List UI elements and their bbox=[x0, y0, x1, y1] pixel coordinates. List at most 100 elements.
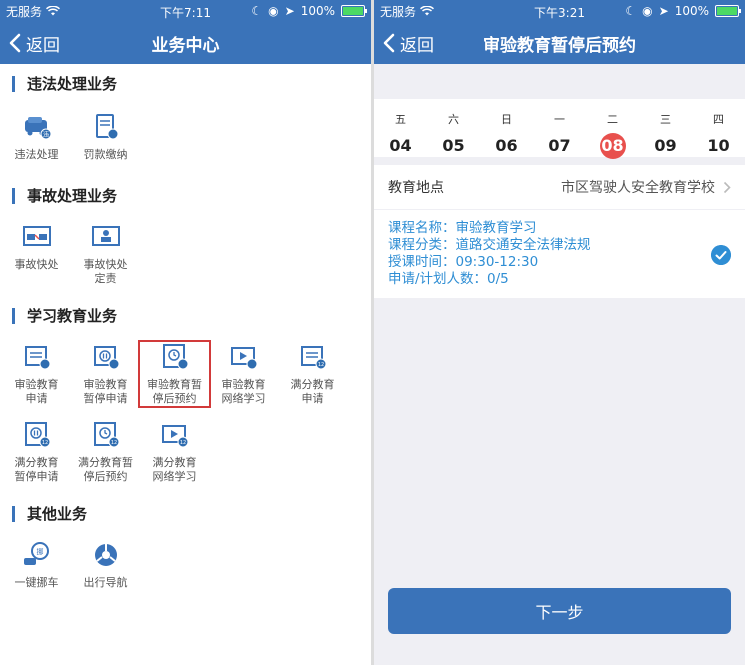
tile-label: 满分教育 暂停申请 bbox=[14, 456, 59, 483]
course-time: 授课时间：09:30-12:30 bbox=[388, 254, 539, 270]
svg-text:12: 12 bbox=[41, 440, 47, 446]
tile-violation-handling[interactable]: 违 违法处理 bbox=[2, 112, 71, 162]
video-12-icon: 12 bbox=[161, 425, 188, 448]
tile-review-edu-pause[interactable]: 审验教育 暂停申请 bbox=[71, 342, 140, 406]
course-name: 课程名称：审验教育学习 bbox=[388, 220, 537, 236]
clock-document-icon bbox=[162, 344, 188, 370]
location-label: 教育地点 bbox=[388, 180, 444, 196]
tile-navigation[interactable]: 出行导航 bbox=[71, 540, 140, 590]
section-title-violation: 违法处理业务 bbox=[12, 76, 371, 92]
day-04[interactable]: 五 04 bbox=[374, 99, 427, 157]
svg-text:12: 12 bbox=[110, 440, 116, 446]
weekday: 六 bbox=[448, 113, 459, 126]
tile-label: 满分教育 网络学习 bbox=[152, 456, 197, 483]
section-title-accident: 事故处理业务 bbox=[12, 188, 371, 204]
tile-label: 审验教育 暂停申请 bbox=[83, 378, 128, 405]
document-icon bbox=[24, 346, 50, 370]
checkmark-icon bbox=[711, 245, 731, 265]
svg-text:违: 违 bbox=[42, 132, 48, 139]
chevron-left-icon bbox=[9, 33, 21, 53]
svg-text:12: 12 bbox=[179, 440, 185, 446]
tile-full-edu-reserve[interactable]: 12 满分教育暂 停后预约 bbox=[71, 420, 140, 484]
status-time: 下午3:21 bbox=[534, 6, 585, 20]
weekday: 一 bbox=[554, 113, 565, 126]
reservation-screen: 无服务 下午3:21 ☾ ◉ ➤ 100% 返回 审验教育暂停后预约 五 04 六… bbox=[374, 0, 745, 665]
course-item[interactable]: 课程名称：审验教育学习 课程分类：道路交通安全法律法规 授课时间：09:30-1… bbox=[374, 210, 745, 298]
tile-label: 罚款缴纳 bbox=[83, 148, 128, 161]
back-label: 返回 bbox=[400, 35, 434, 56]
tile-label: 事故快处 定责 bbox=[83, 258, 128, 285]
svg-text:挪: 挪 bbox=[36, 547, 43, 556]
section-title-other: 其他业务 bbox=[12, 506, 371, 522]
status-time: 下午7:11 bbox=[160, 6, 211, 20]
course-category: 课程分类：道路交通安全法律法规 bbox=[388, 237, 591, 253]
day-08-selected[interactable]: 二 08 bbox=[586, 99, 639, 159]
business-center-screen: 无服务 下午7:11 ☾ ◉ ➤ 100% 返回 业务中心 违法处理业务 违 违… bbox=[0, 0, 371, 665]
fine-payment-icon bbox=[95, 114, 118, 140]
tile-label: 满分教育暂 停后预约 bbox=[78, 456, 133, 483]
tile-label: 出行导航 bbox=[83, 576, 128, 589]
tile-label: 一键挪车 bbox=[14, 576, 59, 589]
location-value: 市区驾驶人安全教育学校 bbox=[561, 180, 715, 196]
date-number: 07 bbox=[548, 136, 571, 155]
back-button[interactable]: 返回 bbox=[374, 31, 434, 56]
tile-full-edu-pause[interactable]: 12 满分教育 暂停申请 bbox=[2, 420, 71, 484]
tile-label: 审验教育 网络学习 bbox=[221, 378, 266, 405]
pause-document-icon bbox=[93, 346, 119, 370]
tile-full-edu-apply[interactable]: 12 满分教育 申请 bbox=[278, 342, 347, 406]
weekday: 三 bbox=[660, 113, 671, 126]
weekday: 二 bbox=[607, 113, 618, 126]
document-12-icon: 12 bbox=[300, 346, 326, 370]
tile-review-edu-online[interactable]: 审验教育 网络学习 bbox=[209, 342, 278, 406]
date-number: 08 bbox=[599, 133, 626, 159]
weekday: 四 bbox=[713, 113, 724, 126]
back-button[interactable]: 返回 bbox=[0, 31, 60, 56]
day-05[interactable]: 六 05 bbox=[427, 99, 480, 157]
date-number: 06 bbox=[495, 136, 518, 155]
video-icon bbox=[230, 347, 257, 370]
tile-label: 满分教育 申请 bbox=[290, 378, 335, 405]
day-10[interactable]: 四 10 bbox=[692, 99, 745, 157]
tile-review-edu-reserve[interactable]: 审验教育暂 停后预约 bbox=[138, 340, 211, 408]
weekday: 日 bbox=[501, 113, 512, 126]
tile-accident-liability[interactable]: 事故快处 定责 bbox=[71, 222, 140, 286]
back-label: 返回 bbox=[26, 35, 60, 56]
tile-label: 审验教育 申请 bbox=[14, 378, 59, 405]
chevron-right-icon bbox=[723, 181, 731, 193]
battery-icon bbox=[341, 5, 367, 17]
tile-fine-payment[interactable]: 罚款缴纳 bbox=[71, 112, 140, 162]
status-bar: 无服务 下午7:11 ☾ ◉ ➤ 100% bbox=[0, 0, 371, 22]
next-step-button[interactable]: 下一步 bbox=[388, 588, 731, 634]
accident-liability-icon bbox=[91, 226, 120, 246]
weekday: 五 bbox=[395, 113, 406, 126]
nav-bar: 返回 业务中心 bbox=[0, 22, 371, 64]
navigation-icon bbox=[94, 544, 117, 566]
status-bar: 无服务 下午3:21 ☾ ◉ ➤ 100% bbox=[374, 0, 745, 22]
day-06[interactable]: 日 06 bbox=[480, 99, 533, 157]
tile-label: 审验教育暂 停后预约 bbox=[147, 378, 202, 405]
tile-accident-quick[interactable]: 事故快处 bbox=[2, 222, 71, 286]
accident-quick-icon bbox=[22, 226, 51, 246]
tile-full-edu-online[interactable]: 12 满分教育 网络学习 bbox=[140, 420, 209, 484]
tile-label: 事故快处 bbox=[14, 258, 59, 271]
date-number: 05 bbox=[442, 136, 465, 155]
move-car-icon: 挪 bbox=[23, 542, 49, 565]
pause-document-12-icon: 12 bbox=[24, 422, 50, 448]
tile-review-edu-apply[interactable]: 审验教育 申请 bbox=[2, 342, 71, 406]
date-number: 09 bbox=[654, 136, 677, 155]
section-title-education: 学习教育业务 bbox=[12, 308, 371, 324]
chevron-left-icon bbox=[383, 33, 395, 53]
day-07[interactable]: 一 07 bbox=[533, 99, 586, 157]
date-number: 04 bbox=[389, 136, 412, 155]
course-count: 申请/计划人数：0/5 bbox=[388, 271, 509, 287]
car-violation-icon: 违 bbox=[24, 117, 51, 140]
nav-bar: 返回 审验教育暂停后预约 bbox=[374, 22, 745, 64]
tile-move-car[interactable]: 挪 一键挪车 bbox=[2, 540, 71, 590]
education-location-row[interactable]: 教育地点 市区驾驶人安全教育学校 bbox=[374, 165, 745, 209]
battery-icon bbox=[715, 5, 741, 17]
day-09[interactable]: 三 09 bbox=[639, 99, 692, 157]
date-number: 10 bbox=[707, 136, 730, 155]
svg-text:12: 12 bbox=[317, 362, 323, 368]
clock-document-12-icon: 12 bbox=[93, 422, 119, 448]
tile-label: 违法处理 bbox=[14, 148, 59, 161]
